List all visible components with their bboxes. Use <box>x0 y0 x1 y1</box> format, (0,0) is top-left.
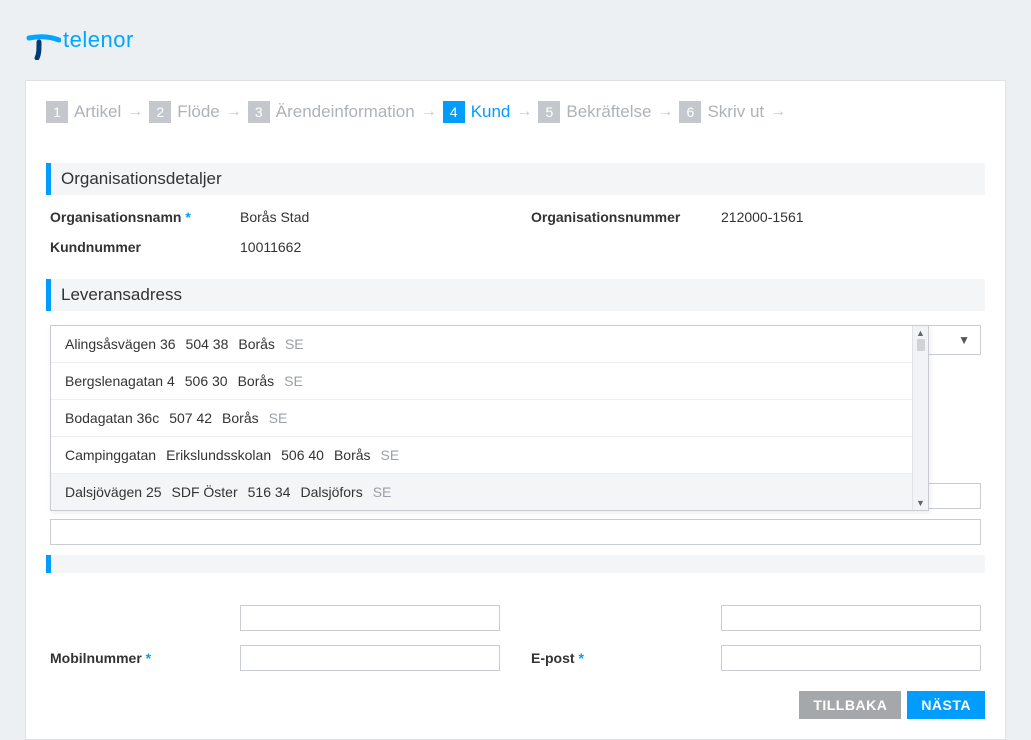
dropdown-scrollbar[interactable]: ▲ ▼ <box>912 326 928 510</box>
wizard-step-5-num: 5 <box>538 101 560 123</box>
firstname-input[interactable] <box>240 605 500 631</box>
main-card: 1 Artikel → 2 Flöde → 3 Ärendeinformatio… <box>25 80 1006 740</box>
wizard-step-3[interactable]: 3 Ärendeinformation <box>248 101 415 123</box>
scroll-down-icon[interactable]: ▼ <box>913 496 928 510</box>
wizard-step-5[interactable]: 5 Bekräftelse <box>538 101 651 123</box>
dropdown-panel: Alingsåsvägen 36504 38BoråsSE Bergslenag… <box>50 325 929 511</box>
lastname-label: Efternamn <box>535 589 725 601</box>
wizard-step-1-num: 1 <box>46 101 68 123</box>
address-option[interactable]: CampinggatanErikslundsskolan506 40BoråsS… <box>51 437 928 474</box>
address-option[interactable]: Bodagatan 36c507 42BoråsSE <box>51 400 928 437</box>
chevron-down-icon: ▼ <box>958 333 970 347</box>
wizard-step-6[interactable]: 6 Skriv ut <box>679 101 764 123</box>
delivery-extra-input-2[interactable] <box>50 519 981 545</box>
email-label: E-post * <box>531 650 721 666</box>
lastname-input[interactable] <box>721 605 981 631</box>
org-number-value: 212000-1561 <box>721 209 981 225</box>
wizard-step-6-num: 6 <box>679 101 701 123</box>
wizard-step-4-num: 4 <box>443 101 465 123</box>
next-button[interactable]: NÄSTA <box>907 691 985 719</box>
wizard-step-2[interactable]: 2 Flöde <box>149 101 220 123</box>
address-option[interactable]: Bergslenagatan 4506 30BoråsSE <box>51 363 928 400</box>
scroll-up-icon[interactable]: ▲ <box>913 326 928 340</box>
wizard-actions: TILLBAKA NÄSTA <box>46 691 985 719</box>
brand-name: telenor <box>63 27 134 53</box>
section-header-contact <box>46 555 985 573</box>
wizard-step-1[interactable]: 1 Artikel <box>46 101 121 123</box>
back-button[interactable]: TILLBAKA <box>799 691 901 719</box>
email-input[interactable] <box>721 645 981 671</box>
mobile-label: Mobilnummer * <box>50 650 240 666</box>
address-option[interactable]: Dalsjövägen 25SDF Öster516 34DalsjöforsS… <box>51 474 928 510</box>
arrow-icon: → <box>770 103 786 121</box>
org-number-label: Organisationsnummer <box>531 209 721 225</box>
arrow-icon: → <box>127 103 143 121</box>
wizard-step-4-label: Kund <box>471 102 511 122</box>
arrow-icon: → <box>516 103 532 121</box>
wizard-step-2-label: Flöde <box>177 102 220 122</box>
firstname-label: Förnamn <box>46 589 236 601</box>
org-name-value: Borås Stad <box>240 209 500 225</box>
delivery-address-dropdown[interactable]: ▼ Alingsåsvägen 36504 38BoråsSE Bergslen… <box>50 325 981 355</box>
wizard-step-3-label: Ärendeinformation <box>276 102 415 122</box>
wizard-step-6-label: Skriv ut <box>707 102 764 122</box>
telenor-logo-icon <box>25 20 61 60</box>
arrow-icon: → <box>421 103 437 121</box>
mobile-input[interactable] <box>240 645 500 671</box>
wizard-step-5-label: Bekräftelse <box>566 102 651 122</box>
scroll-thumb[interactable] <box>917 339 925 351</box>
section-header-org: Organisationsdetaljer <box>46 163 985 195</box>
cust-number-value: 10011662 <box>240 239 500 255</box>
wizard-step-1-label: Artikel <box>74 102 121 122</box>
org-fields: Organisationsnamn * Borås Stad Organisat… <box>46 209 985 269</box>
section-header-delivery: Leveransadress <box>46 279 985 311</box>
cust-number-label: Kundnummer <box>50 239 240 255</box>
wizard-steps: 1 Artikel → 2 Flöde → 3 Ärendeinformatio… <box>46 101 985 123</box>
arrow-icon: → <box>226 103 242 121</box>
address-option[interactable]: Alingsåsvägen 36504 38BoråsSE <box>51 326 928 363</box>
arrow-icon: → <box>657 103 673 121</box>
wizard-step-4[interactable]: 4 Kund <box>443 101 511 123</box>
org-name-label: Organisationsnamn * <box>50 209 240 225</box>
wizard-step-2-num: 2 <box>149 101 171 123</box>
brand-logo: telenor <box>25 20 1006 60</box>
wizard-step-3-num: 3 <box>248 101 270 123</box>
